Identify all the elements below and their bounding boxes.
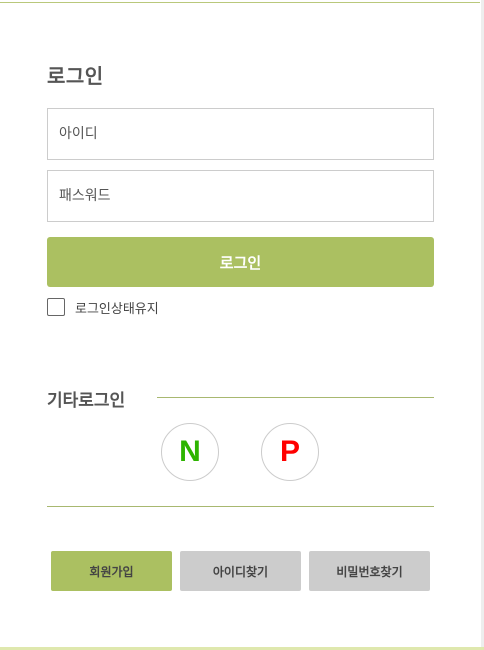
naver-icon: N [179,435,201,468]
password-field [47,170,434,222]
id-field [47,108,434,160]
other-login-title: 기타로그인 [47,391,126,411]
keep-logged-in[interactable]: 로그인상태유지 [47,297,159,317]
password-input[interactable] [48,171,433,221]
login-button[interactable]: 로그인 [47,237,434,287]
payco-icon: P [279,435,300,468]
keep-logged-in-label: 로그인상태유지 [75,301,159,317]
page-title: 로그인 [47,64,104,88]
top-divider [0,2,480,3]
other-login-divider [157,397,434,398]
keep-logged-in-checkbox[interactable] [47,298,65,316]
section-divider [47,506,434,507]
find-password-button[interactable]: 비밀번호찾기 [309,551,430,591]
join-button[interactable]: 회원가입 [51,551,172,591]
id-input[interactable] [48,109,433,159]
naver-login-button[interactable]: N [161,423,219,481]
payco-login-button[interactable]: P [261,423,319,481]
find-id-button[interactable]: 아이디찾기 [180,551,301,591]
